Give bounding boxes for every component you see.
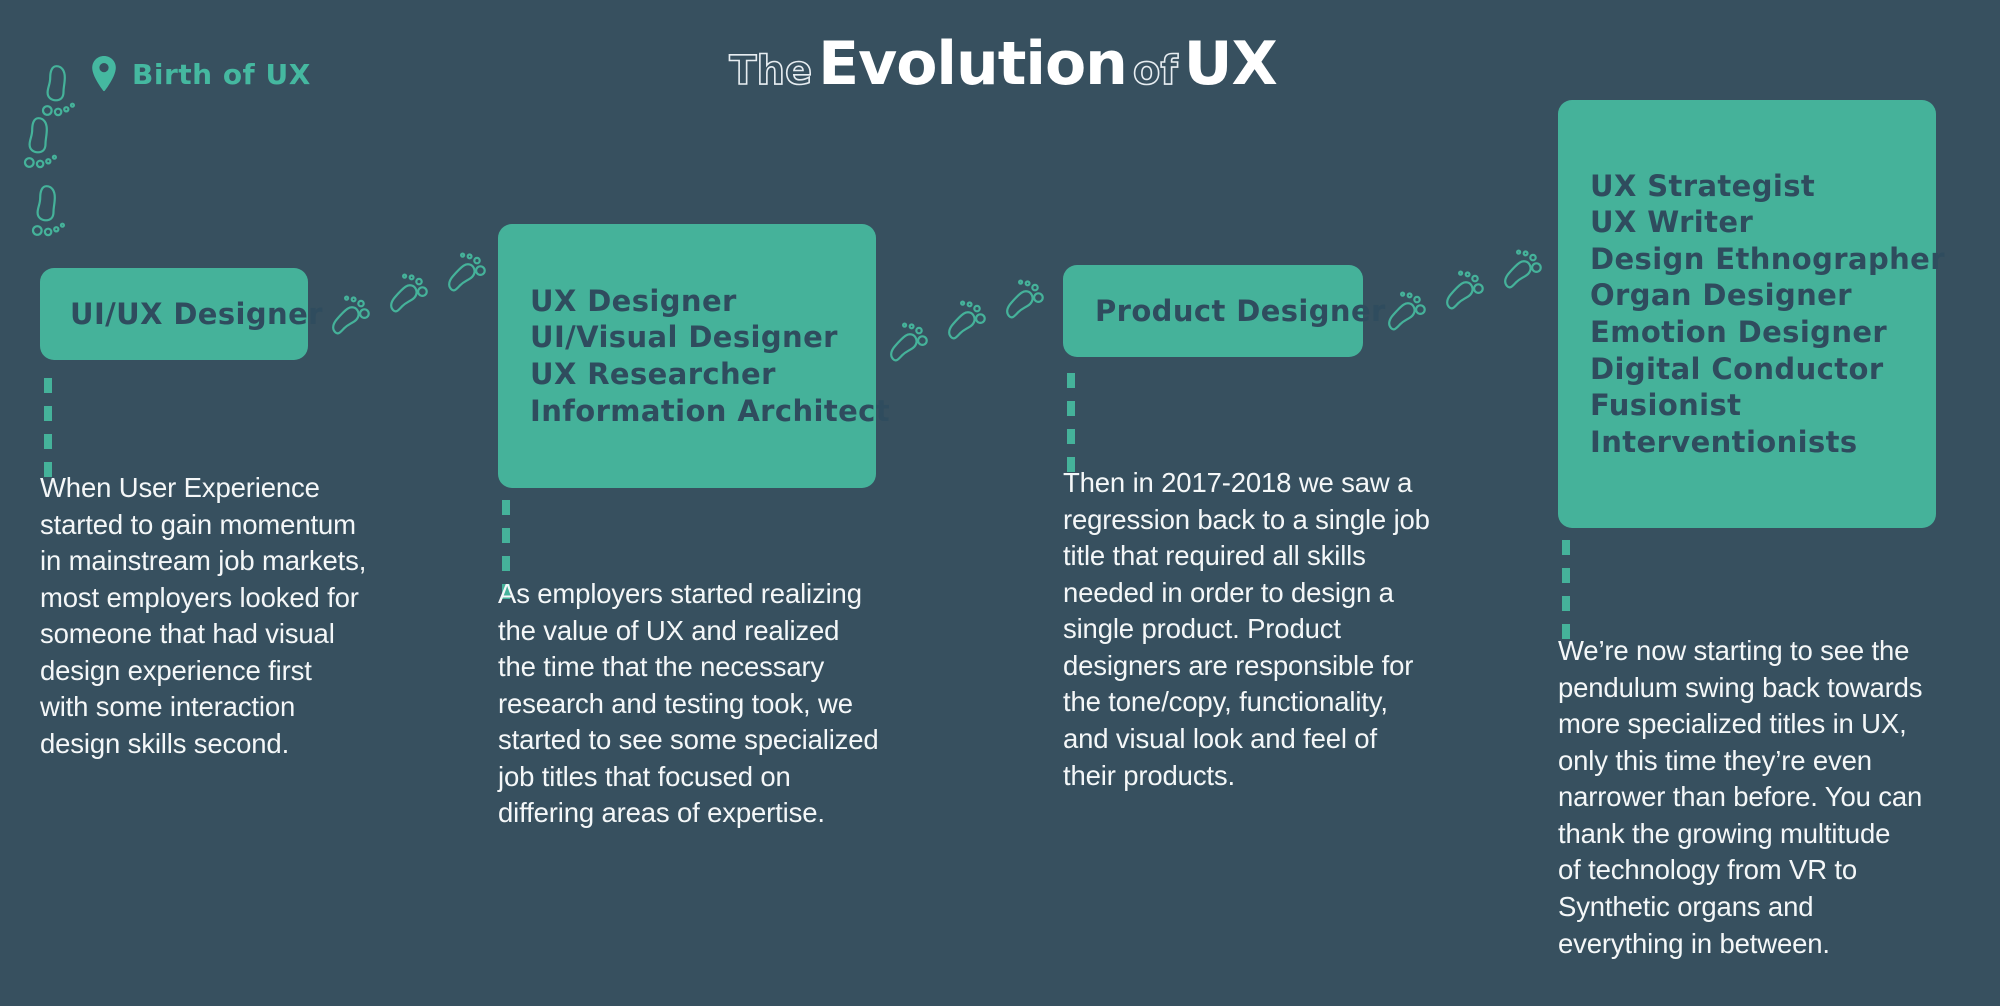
title-word-of: of [1132, 48, 1178, 94]
footprint-icon [1001, 275, 1057, 331]
card-title: Design Ethnographer [1590, 241, 1945, 276]
title-word-ux: UX [1183, 29, 1278, 99]
card-title: UI/UX Designer [70, 296, 323, 331]
card-title: UI/Visual Designer [530, 320, 838, 355]
card-title: UX Writer [1590, 205, 1754, 240]
stage-body-ui-ux-designer: When User Experience started to gain mom… [40, 472, 367, 759]
connector-dash [502, 500, 510, 515]
card-title: UX Researcher [530, 357, 776, 391]
connector-dash [502, 556, 510, 571]
footprint-icon [385, 269, 441, 325]
footprint-icon [24, 182, 70, 248]
card-title: Interventionists [1590, 424, 1858, 459]
title-word-the: The [728, 48, 813, 94]
title-word-evolution: Evolution [818, 29, 1128, 99]
footprint-icon [327, 291, 383, 347]
card-title: Fusionist [1590, 388, 1742, 423]
card-title: UX Strategist [1590, 168, 1816, 203]
birth-of-ux-text: Birth of UX [132, 57, 311, 91]
stage-body-product-designer: Then in 2017-2018 we saw a regression ba… [1063, 467, 1430, 791]
footprint-icon [1441, 266, 1497, 322]
footprint-icon [885, 318, 941, 374]
card-title: Product Designer [1095, 293, 1386, 328]
connector-dash [1067, 401, 1075, 416]
connector-dash [44, 378, 52, 393]
card-title: Emotion Designer [1590, 315, 1888, 349]
card-title: Organ Designer [1590, 278, 1852, 313]
card-title: Digital Conductor [1590, 351, 1884, 386]
footprint-icon [1499, 245, 1555, 301]
card-title: UX Designer [530, 283, 737, 318]
stage-body-future-titles: We’re now starting to see the pendulum s… [1558, 635, 1923, 959]
footprint-icon [443, 248, 499, 304]
connector-dash [1562, 540, 1570, 555]
connector-dash [1067, 373, 1075, 388]
footprint-icon [1383, 287, 1439, 343]
stage-card-product-designer[interactable]: Product Designer [1063, 265, 1386, 357]
connector-dash [1562, 596, 1570, 611]
card-title: Information Architect [530, 393, 891, 428]
stage-body-specialized-titles: As employers started realizing the value… [498, 578, 879, 829]
stage-card-future-titles[interactable]: UX Strategist UX Writer Design Ethnograp… [1558, 100, 1945, 528]
map-pin-icon [90, 55, 118, 93]
infographic-canvas: The Evolution of UX Birth of UX UI/UX De… [0, 0, 2000, 1006]
birth-of-ux-label: Birth of UX [90, 55, 311, 93]
footprint-icon [943, 296, 999, 352]
stage-card-ui-ux-designer[interactable]: UI/UX Designer [40, 268, 323, 360]
connector-dash [502, 528, 510, 543]
footprint-icon [16, 114, 62, 180]
stage-card-specialized-titles[interactable]: UX Designer UI/Visual Designer UX Resear… [498, 224, 891, 488]
connector-dash [1562, 568, 1570, 583]
connector-dash [44, 406, 52, 421]
connector-dash [44, 434, 52, 449]
connector-dash [1067, 429, 1075, 444]
